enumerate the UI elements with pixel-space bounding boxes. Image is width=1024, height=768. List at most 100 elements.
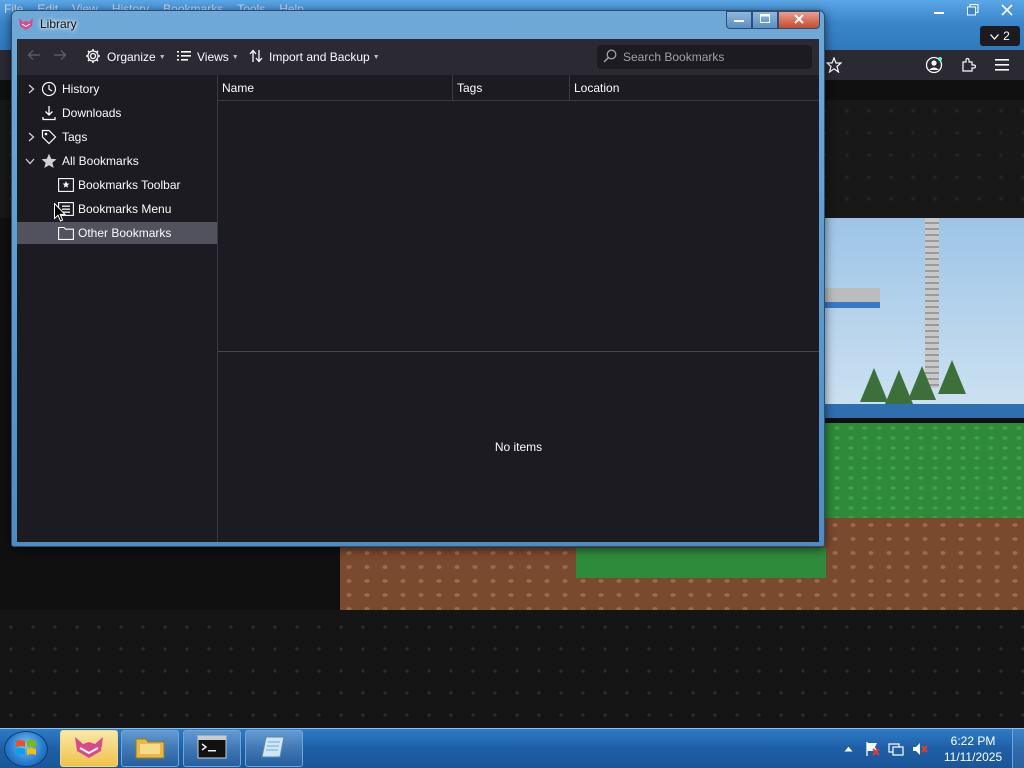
show-desktop-button[interactable] [1012, 729, 1024, 768]
column-location[interactable]: Location [570, 75, 819, 100]
views-button[interactable]: Views ▼ [177, 47, 239, 67]
back-button[interactable] [27, 46, 41, 66]
forward-button[interactable] [53, 46, 67, 66]
taskbar-file-explorer[interactable] [121, 730, 179, 767]
file-explorer-icon [134, 734, 166, 763]
import-backup-button[interactable]: Import and Backup ▼ [249, 47, 380, 67]
close-button[interactable] [778, 11, 820, 29]
game-tree [938, 360, 966, 394]
chevron-down-icon[interactable] [24, 155, 36, 167]
chevron-down-icon: ▼ [231, 53, 239, 61]
minimize-button[interactable] [726, 11, 752, 29]
game-tree [860, 368, 888, 402]
taskbar-clock[interactable]: 6:22 PM 11/11/2025 [940, 733, 1006, 765]
sidebar-item-bookmarks-menu[interactable]: Bookmarks Menu [17, 198, 217, 220]
game-building [820, 288, 880, 308]
sidebar-item-downloads[interactable]: Downloads [17, 102, 217, 124]
sidebar-item-label: Downloads [62, 106, 122, 120]
column-header: Name Tags Location [218, 75, 819, 101]
gear-icon [85, 48, 101, 67]
maximize-button[interactable] [752, 11, 778, 29]
column-label: Tags [457, 80, 483, 95]
star-icon [41, 153, 57, 169]
minimize-icon [734, 14, 744, 26]
system-tray [840, 729, 928, 768]
clock-icon [41, 81, 57, 97]
library-title: Library [40, 17, 77, 31]
sidebar-item-history[interactable]: History [17, 78, 217, 100]
game-tower [925, 218, 939, 388]
volume-muted-icon[interactable] [912, 741, 928, 757]
bookmarks-toolbar-icon [58, 177, 74, 193]
close-icon[interactable] [990, 0, 1024, 20]
library-body: Organize ▼ Views ▼ Import and Backup ▼ S… [17, 39, 819, 542]
column-name[interactable]: Name [218, 75, 453, 100]
sidebar-item-label: Tags [62, 130, 88, 144]
column-label: Location [574, 80, 620, 95]
chevron-right-icon[interactable] [25, 131, 37, 143]
taskbar-firefox[interactable] [60, 730, 118, 767]
tag-icon [41, 129, 57, 145]
sidebar-item-all-bookmarks[interactable]: All Bookmarks [17, 150, 217, 172]
import-export-icon [249, 49, 263, 66]
arrow-left-icon [27, 48, 41, 65]
taskbar: 6:22 PM 11/11/2025 [0, 728, 1024, 768]
command-prompt-icon [197, 735, 227, 762]
maximize-icon [760, 14, 770, 26]
folder-icon [58, 225, 74, 241]
sidebar-item-other-bookmarks[interactable]: Other Bookmarks [17, 222, 217, 244]
taskbar-notepad[interactable] [245, 730, 303, 767]
notepad-icon [260, 734, 288, 763]
sidebar-item-label: All Bookmarks [62, 154, 139, 168]
search-icon [603, 49, 617, 66]
mouse-cursor-icon [54, 202, 67, 225]
views-label: Views [197, 50, 229, 64]
library-titlebar[interactable]: Library [12, 11, 824, 39]
sidebar-item-label: History [62, 82, 100, 96]
search-box[interactable] [597, 45, 812, 69]
game-tree [908, 366, 936, 400]
import-backup-label: Import and Backup [269, 50, 370, 64]
chevron-down-icon: ▼ [158, 53, 166, 61]
account-icon[interactable] [924, 55, 944, 75]
sidebar-item-bookmarks-toolbar[interactable]: Bookmarks Toolbar [17, 174, 217, 196]
library-toolbar: Organize ▼ Views ▼ Import and Backup ▼ [17, 39, 819, 75]
game-platform [576, 548, 826, 578]
chevron-down-icon: ▼ [372, 53, 380, 61]
app-menu-icon[interactable] [992, 55, 1012, 75]
clock-time: 6:22 PM [950, 734, 996, 748]
sidebar-item-tags[interactable]: Tags [17, 126, 217, 148]
chevron-right-icon[interactable] [25, 83, 37, 95]
column-tags[interactable]: Tags [453, 75, 570, 100]
game-water [820, 404, 1024, 418]
action-center-icon[interactable] [864, 741, 880, 757]
tab-list-button[interactable]: 2 [980, 26, 1020, 46]
firefox-icon [73, 734, 105, 763]
browser-window-controls [922, 0, 1024, 20]
empty-state-text: No items [494, 440, 543, 454]
library-window: Library Organize ▼ Views ▼ Import and Ba… [11, 10, 825, 547]
close-icon [794, 13, 804, 27]
show-hidden-icons-icon[interactable] [840, 741, 856, 757]
minimize-icon[interactable] [922, 0, 956, 20]
taskbar-command-prompt[interactable] [183, 730, 241, 767]
sidebar-item-label: Other Bookmarks [78, 226, 172, 240]
sidebar-item-label: Bookmarks Menu [78, 202, 172, 216]
firefox-icon [18, 17, 34, 31]
organize-label: Organize [107, 50, 156, 64]
restore-icon[interactable] [956, 0, 990, 20]
bookmark-star-icon[interactable] [824, 55, 844, 75]
start-button[interactable] [4, 731, 48, 767]
bookmark-list[interactable] [218, 101, 819, 351]
arrow-right-icon [53, 48, 67, 65]
network-icon[interactable] [888, 741, 904, 757]
extensions-icon[interactable] [958, 55, 978, 75]
library-window-controls [726, 11, 820, 29]
search-input[interactable] [623, 50, 808, 64]
clock-date: 11/11/2025 [943, 750, 1003, 764]
download-icon [41, 105, 57, 121]
organize-button[interactable]: Organize ▼ [85, 47, 166, 67]
library-main-pane: Name Tags Location No items [218, 75, 819, 542]
column-label: Name [222, 80, 255, 95]
list-icon [177, 50, 191, 65]
